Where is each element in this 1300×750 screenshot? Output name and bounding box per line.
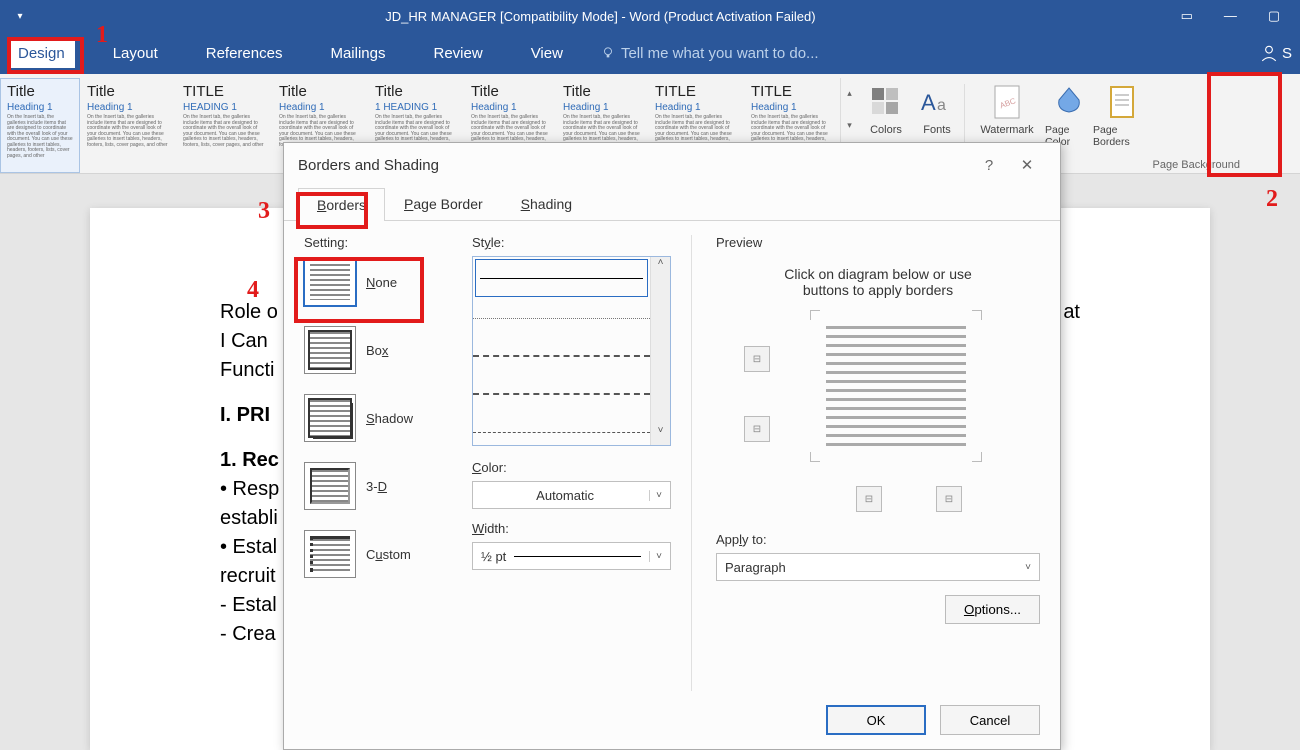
maximize-icon[interactable]: ▢ bbox=[1254, 8, 1294, 24]
minimize-icon[interactable]: — bbox=[1210, 8, 1250, 23]
border-top-button[interactable]: ⊟ bbox=[744, 346, 770, 372]
tab-design[interactable]: Design bbox=[8, 39, 75, 68]
tab-view[interactable]: View bbox=[521, 39, 573, 68]
border-left-button[interactable]: ⊟ bbox=[856, 486, 882, 512]
tab-references[interactable]: References bbox=[196, 39, 293, 68]
setting-3d[interactable]: 3-D bbox=[304, 462, 454, 510]
watermark-icon: ABC bbox=[987, 82, 1027, 122]
dialog-tab-shading[interactable]: Shading bbox=[502, 187, 591, 220]
window-title: JD_HR MANAGER [Compatibility Mode] - Wor… bbox=[34, 9, 1167, 24]
dialog-title: Borders and Shading bbox=[298, 157, 439, 174]
border-bottom-button[interactable]: ⊟ bbox=[744, 416, 770, 442]
cancel-button[interactable]: Cancel bbox=[940, 705, 1040, 735]
ribbon-display-icon[interactable]: ▭ bbox=[1167, 8, 1207, 24]
page-borders-icon bbox=[1102, 82, 1142, 122]
borders-and-shading-dialog: Borders and Shading ? ✕ Borders Page Bor… bbox=[283, 142, 1061, 750]
lightbulb-icon bbox=[601, 46, 615, 60]
style-label: Style: bbox=[472, 235, 671, 250]
fonts-icon: Aa bbox=[917, 82, 957, 122]
colors-icon bbox=[866, 82, 906, 122]
ok-button[interactable]: OK bbox=[826, 705, 926, 735]
color-dropdown[interactable]: Automatic ˅ bbox=[472, 481, 671, 509]
border-right-button[interactable]: ⊟ bbox=[936, 486, 962, 512]
preview-label: Preview bbox=[716, 235, 1040, 250]
apply-to-label: Apply to: bbox=[716, 532, 1040, 547]
dialog-tab-page-border[interactable]: Page Border bbox=[385, 187, 502, 220]
user-icon[interactable]: S bbox=[1260, 44, 1292, 62]
setting-label: Setting: bbox=[304, 235, 454, 250]
tab-review[interactable]: Review bbox=[424, 39, 493, 68]
style-card-1[interactable]: TitleHeading 1On the Insert tab, the gal… bbox=[80, 78, 176, 173]
tell-me-search[interactable]: Tell me what you want to do... bbox=[601, 45, 819, 62]
preview-hint: Click on diagram below or usebuttons to … bbox=[716, 266, 1040, 298]
dialog-tab-borders[interactable]: Borders bbox=[298, 188, 385, 221]
tell-me-placeholder: Tell me what you want to do... bbox=[621, 45, 819, 62]
page-background-group-label: Page Background bbox=[1153, 159, 1240, 171]
width-dropdown[interactable]: ½ pt ˅ bbox=[472, 542, 671, 570]
window-controls: ▭ — ▢ bbox=[1167, 8, 1294, 24]
help-icon[interactable]: ? bbox=[970, 157, 1008, 174]
options-button[interactable]: Options... bbox=[945, 595, 1040, 624]
apply-to-dropdown[interactable]: Paragraph ˅ bbox=[716, 553, 1040, 581]
ribbon-tabs: Design Layout References Mailings Review… bbox=[0, 32, 1300, 74]
svg-text:a: a bbox=[937, 97, 946, 114]
style-scrollbar[interactable]: ˄˅ bbox=[650, 257, 670, 445]
svg-text:A: A bbox=[921, 90, 936, 115]
qat-dropdown-icon[interactable]: ▾ bbox=[6, 11, 34, 22]
page-color-icon bbox=[1049, 82, 1089, 122]
tab-layout[interactable]: Layout bbox=[103, 39, 168, 68]
preview-diagram[interactable]: ⊟ ⊟ ⊟ ⊟ bbox=[716, 316, 1040, 526]
person-icon bbox=[1260, 44, 1278, 62]
page-borders-button[interactable]: Page Borders bbox=[1093, 78, 1151, 173]
style-list[interactable]: ˄˅ bbox=[472, 256, 671, 446]
close-icon[interactable]: ✕ bbox=[1008, 156, 1046, 174]
setting-none[interactable]: None bbox=[304, 258, 454, 306]
chevron-down-icon: ˅ bbox=[1025, 562, 1031, 573]
setting-box[interactable]: Box bbox=[304, 326, 454, 374]
style-card-2[interactable]: TITLEHEADING 1On the Insert tab, the gal… bbox=[176, 78, 272, 173]
color-label: Color: bbox=[472, 460, 671, 475]
setting-custom[interactable]: Custom bbox=[304, 530, 454, 578]
tab-mailings[interactable]: Mailings bbox=[320, 39, 395, 68]
chevron-down-icon: ˅ bbox=[649, 490, 662, 501]
style-card-0[interactable]: TitleHeading 1On the Insert tab, the gal… bbox=[0, 78, 80, 173]
width-label: Width: bbox=[472, 521, 671, 536]
chevron-down-icon: ˅ bbox=[649, 551, 662, 562]
setting-shadow[interactable]: Shadow bbox=[304, 394, 454, 442]
title-bar: ▾ JD_HR MANAGER [Compatibility Mode] - W… bbox=[0, 0, 1300, 32]
